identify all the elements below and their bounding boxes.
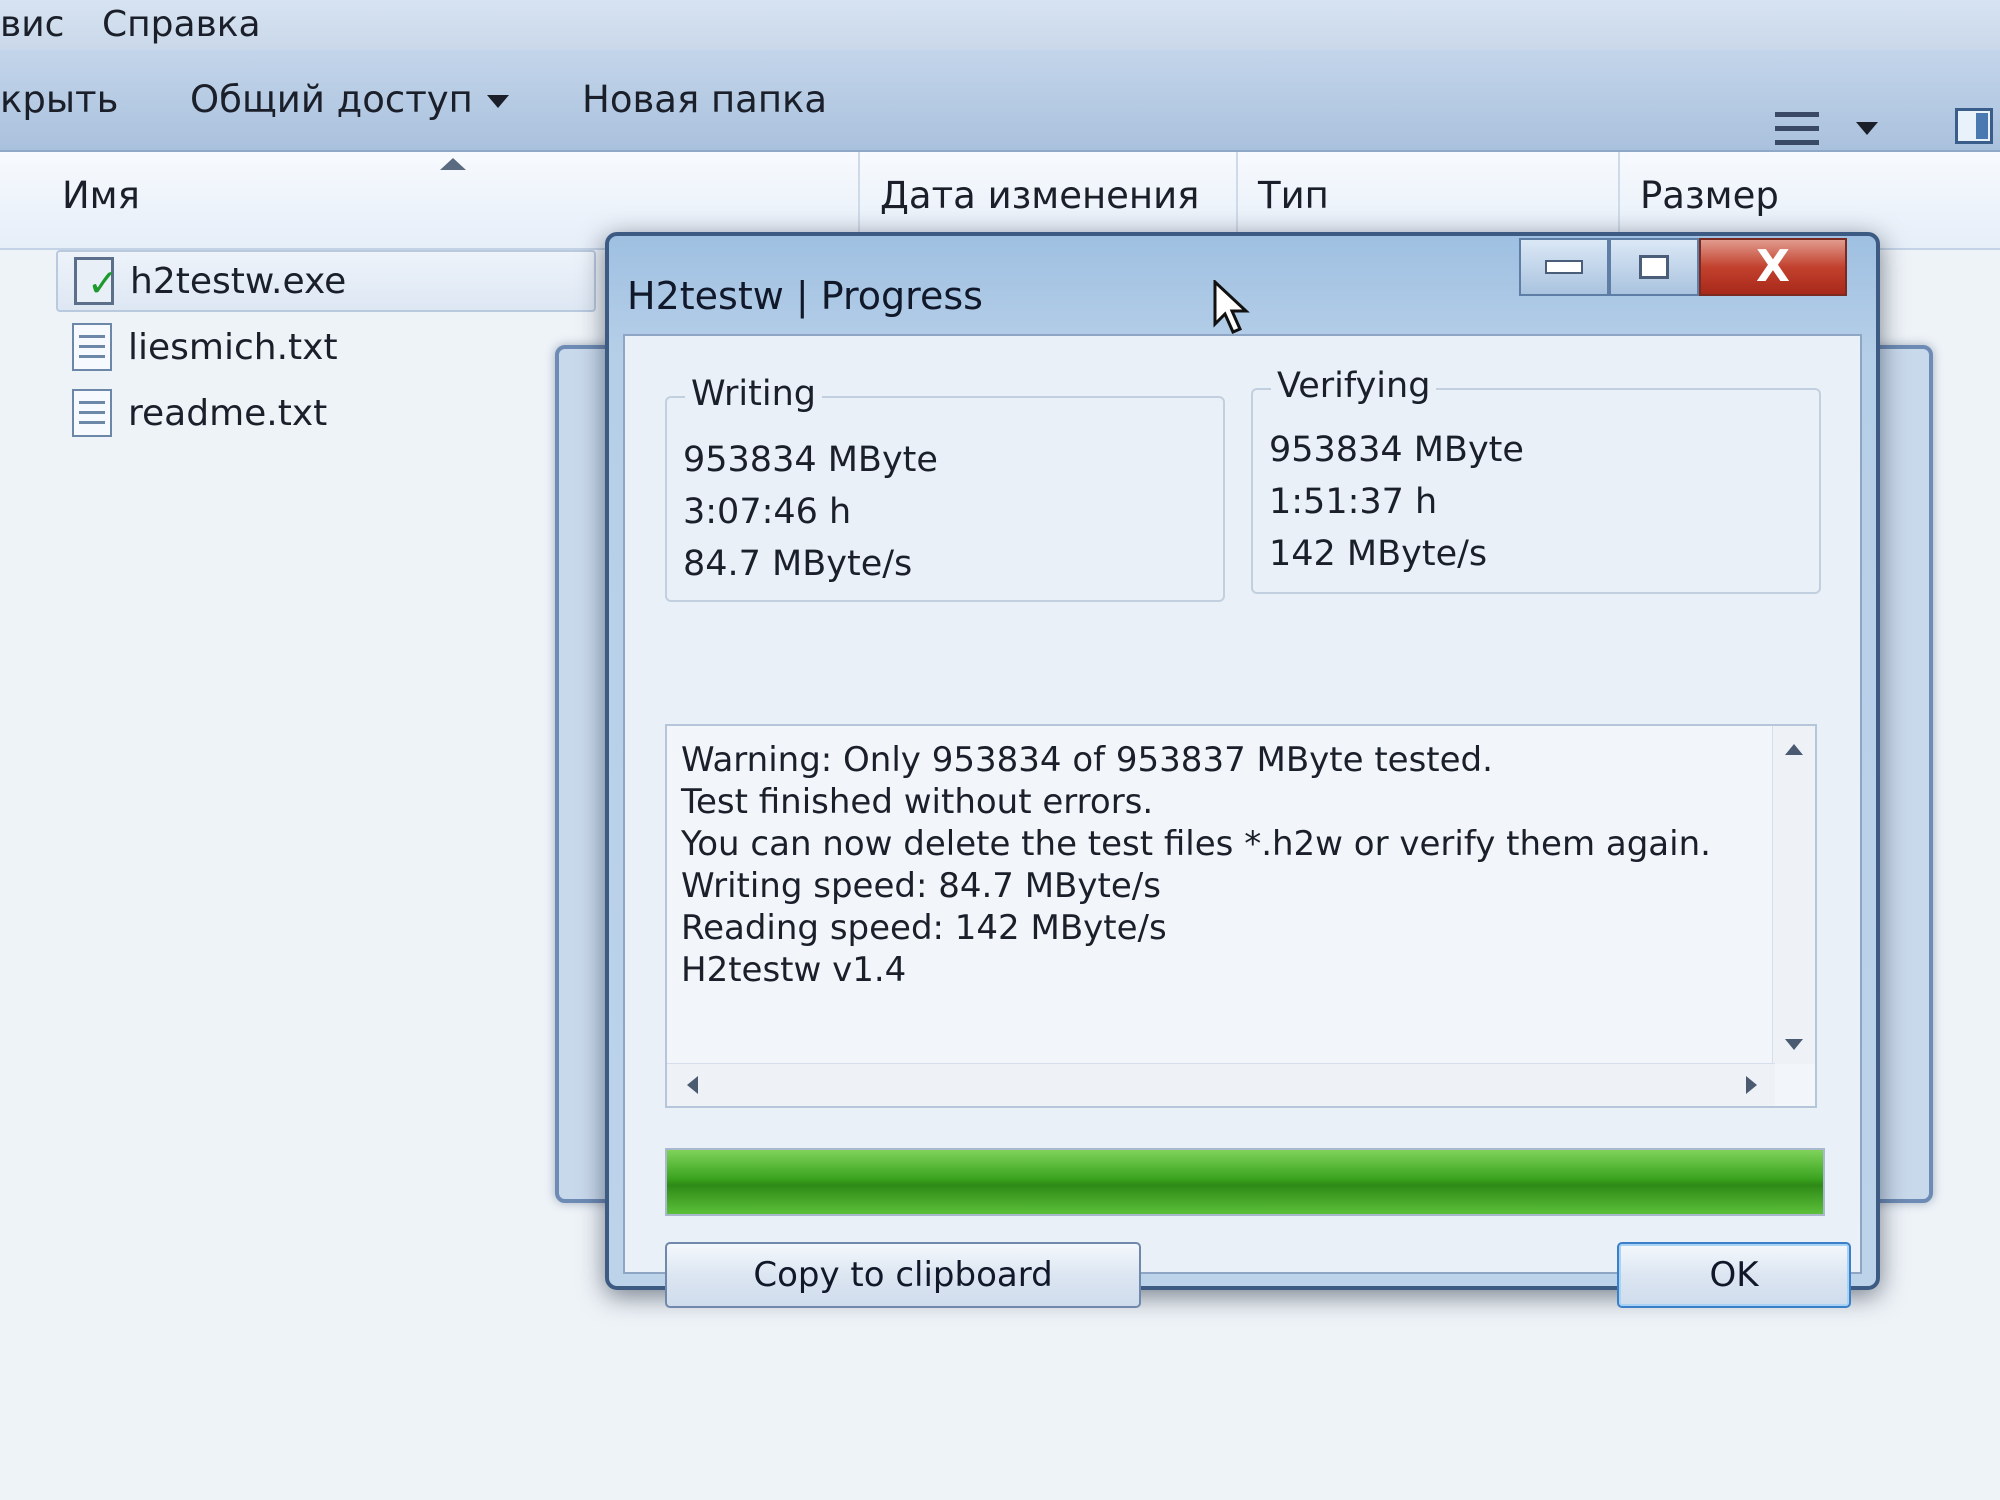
- share-button[interactable]: Общий доступ: [190, 78, 509, 121]
- file-item-h2testw[interactable]: ✓ h2testw.exe: [56, 250, 596, 312]
- maximize-button[interactable]: [1609, 238, 1699, 296]
- scroll-up-icon[interactable]: [1785, 744, 1803, 755]
- scroll-down-icon[interactable]: [1785, 1039, 1803, 1050]
- writing-speed: 84.7 MByte/s: [683, 544, 913, 584]
- column-type[interactable]: Тип: [1258, 174, 1329, 217]
- verifying-time: 1:51:37 h: [1269, 482, 1438, 522]
- new-folder-button[interactable]: Новая папка: [582, 78, 827, 121]
- maximize-icon: [1639, 255, 1669, 279]
- chevron-down-icon: [486, 95, 509, 108]
- minimize-icon: [1545, 260, 1583, 274]
- verifying-size: 953834 MByte: [1269, 430, 1524, 470]
- writing-label: Writing: [685, 374, 822, 414]
- file-name: h2testw.exe: [130, 260, 347, 302]
- close-icon: X: [1756, 241, 1790, 292]
- file-item-readme[interactable]: readme.txt: [56, 382, 596, 444]
- result-log[interactable]: Warning: Only 953834 of 953837 MByte tes…: [665, 724, 1817, 1108]
- view-options-icon[interactable]: [1775, 112, 1819, 146]
- writing-group: Writing 953834 MByte 3:07:46 h 84.7 MByt…: [665, 374, 1225, 602]
- column-name[interactable]: Имя: [62, 174, 140, 217]
- verifying-speed: 142 MByte/s: [1269, 534, 1488, 574]
- text-file-icon: [72, 323, 112, 371]
- exe-checkmark-icon: ✓: [74, 257, 119, 305]
- column-date[interactable]: Дата изменения: [880, 174, 1199, 217]
- preview-pane-icon[interactable]: [1955, 108, 1993, 144]
- scroll-right-icon[interactable]: [1746, 1076, 1757, 1094]
- log-line: Warning: Only 953834 of 953837 MByte tes…: [681, 740, 1493, 780]
- verifying-group: Verifying 953834 MByte 1:51:37 h 142 MBy…: [1251, 366, 1821, 594]
- h2testw-progress-dialog: H2testw | Progress X Writing 953834 MByt…: [605, 232, 1880, 1308]
- progress-bar: [665, 1148, 1825, 1216]
- view-dropdown-icon[interactable]: [1856, 122, 1878, 135]
- dialog-client-area: Writing 953834 MByte 3:07:46 h 84.7 MByt…: [623, 334, 1862, 1308]
- writing-size: 953834 MByte: [683, 440, 938, 480]
- log-line: Reading speed: 142 MByte/s: [681, 908, 1167, 948]
- file-item-liesmich[interactable]: liesmich.txt: [56, 316, 596, 378]
- share-label: Общий доступ: [190, 78, 473, 121]
- progress-fill: [667, 1150, 1823, 1214]
- log-line: H2testw v1.4: [681, 950, 907, 990]
- writing-time: 3:07:46 h: [683, 492, 852, 532]
- mouse-cursor-icon: [1213, 280, 1250, 334]
- horizontal-scrollbar[interactable]: [667, 1063, 1775, 1106]
- command-toolbar: крыть Общий доступ Новая папка: [0, 50, 2000, 152]
- vertical-scrollbar[interactable]: [1772, 726, 1815, 1064]
- ok-button[interactable]: OK: [1617, 1242, 1851, 1308]
- sort-ascending-icon: [440, 158, 466, 170]
- log-line: Writing speed: 84.7 MByte/s: [681, 866, 1161, 906]
- file-name: liesmich.txt: [128, 326, 338, 368]
- text-file-icon: [72, 389, 112, 437]
- menu-item-help[interactable]: Справка: [102, 4, 261, 45]
- column-size[interactable]: Размер: [1640, 174, 1779, 217]
- scroll-left-icon[interactable]: [687, 1076, 698, 1094]
- dialog-title: H2testw | Progress: [627, 274, 983, 318]
- file-name: readme.txt: [128, 392, 328, 434]
- menu-bar: вис Справка: [0, 0, 2000, 50]
- log-line: You can now delete the test files *.h2w …: [681, 824, 1711, 864]
- close-button[interactable]: X: [1699, 238, 1847, 296]
- open-button[interactable]: крыть: [0, 78, 118, 121]
- copy-to-clipboard-button[interactable]: Copy to clipboard: [665, 1242, 1141, 1308]
- log-line: Test finished without errors.: [681, 782, 1154, 822]
- window-controls: X: [1519, 238, 1847, 298]
- verifying-label: Verifying: [1271, 366, 1437, 406]
- minimize-button[interactable]: [1519, 238, 1609, 296]
- menu-item-service[interactable]: вис: [0, 4, 64, 45]
